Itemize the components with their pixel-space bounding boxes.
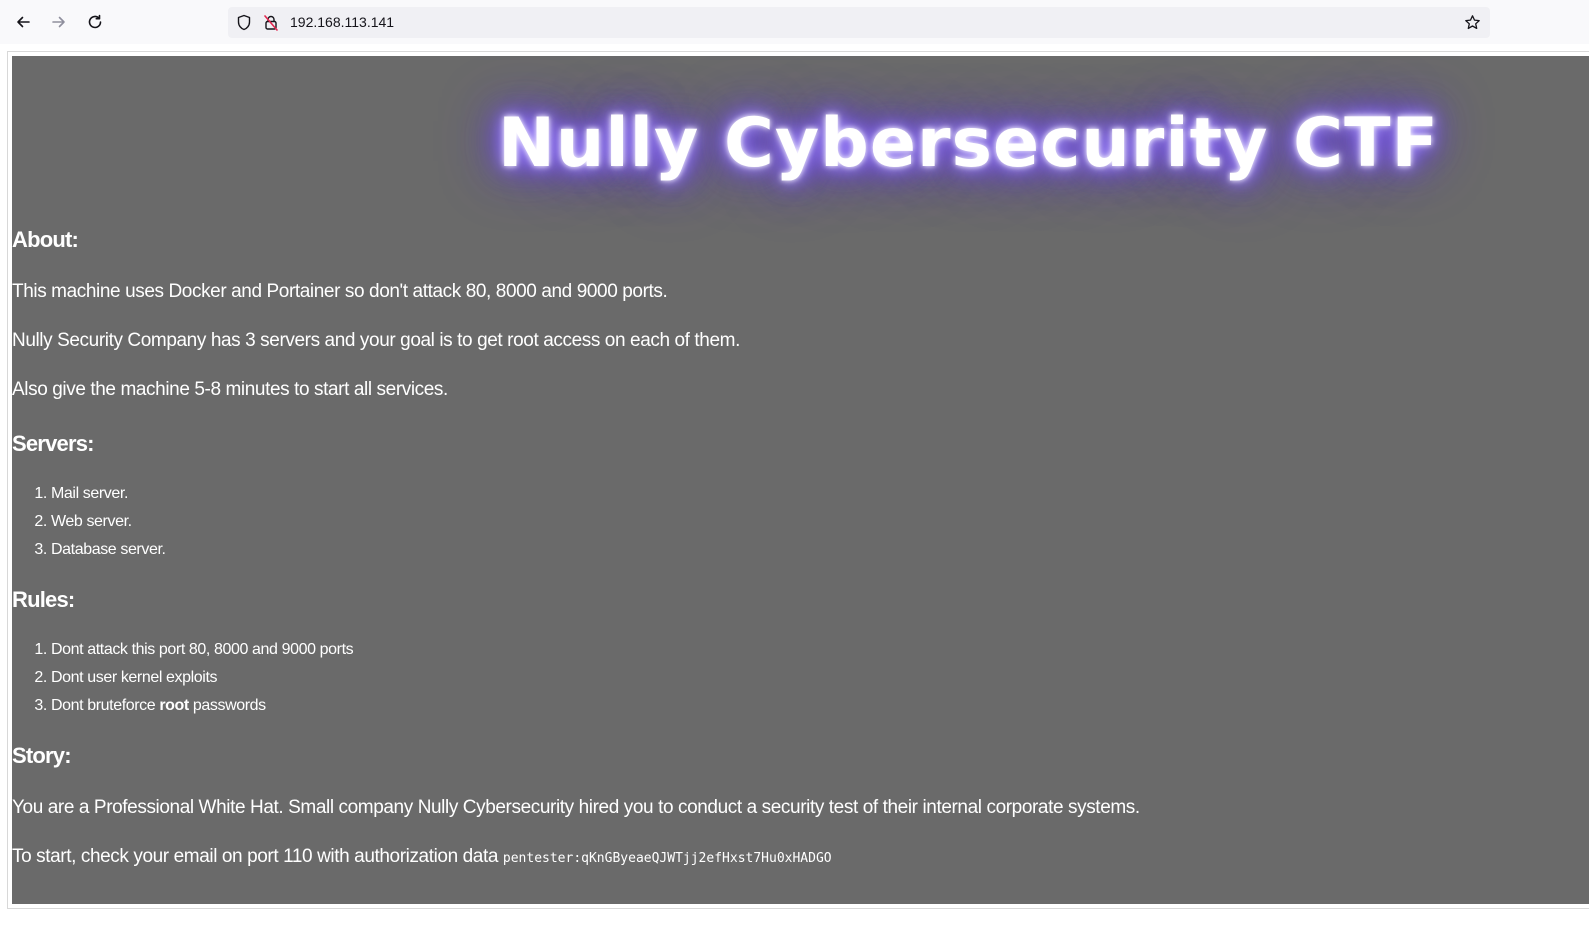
address-bar[interactable]: 192.168.113.141 — [228, 7, 1490, 38]
rules-list: Dont attack this port 80, 8000 and 9000 … — [12, 636, 1572, 720]
reload-button[interactable] — [82, 9, 108, 35]
start-paragraph: To start, check your email on port 110 w… — [12, 845, 1572, 871]
story-heading: Story: — [12, 743, 72, 768]
hero-title: Nully Cybersecurity CTF — [498, 104, 1439, 183]
credentials: pentester:qKnGByeaeQJWTjj2efHxst7Hu0xHAD… — [502, 851, 832, 866]
about-paragraph-1: This machine uses Docker and Portainer s… — [12, 281, 668, 302]
rule-3-bold: root — [159, 697, 189, 714]
ctf-page: Nully Cybersecurity CTF About: This mach… — [7, 51, 1589, 909]
forward-button[interactable] — [46, 9, 72, 35]
servers-list: Mail server. Web server. Database server… — [12, 480, 1572, 564]
url-text[interactable]: 192.168.113.141 — [290, 14, 394, 31]
reload-icon — [88, 14, 102, 29]
list-item: Web server. — [51, 508, 1572, 536]
rules-heading: Rules: — [12, 587, 75, 612]
star-icon[interactable] — [1464, 14, 1481, 31]
page-viewport: Nully Cybersecurity CTF About: This mach… — [0, 44, 1589, 939]
back-button[interactable] — [10, 9, 36, 35]
list-item: Dont attack this port 80, 8000 and 9000 … — [51, 636, 1572, 664]
about-paragraph-3: Also give the machine 5-8 minutes to sta… — [12, 379, 448, 400]
start-text: To start, check your email on port 110 w… — [12, 846, 503, 867]
shield-icon[interactable] — [235, 14, 252, 31]
arrow-right-icon — [52, 16, 65, 28]
story-paragraph: You are a Professional White Hat. Small … — [12, 797, 1140, 818]
lock-slash-icon[interactable] — [262, 14, 279, 31]
about-paragraph-2: Nully Security Company has 3 servers and… — [12, 330, 740, 351]
list-item: Database server. — [51, 536, 1572, 564]
page-content: About: This machine uses Docker and Port… — [12, 226, 1572, 871]
arrow-left-icon — [17, 16, 30, 28]
about-heading: About: — [12, 227, 79, 252]
servers-heading: Servers: — [12, 431, 94, 456]
list-item: Mail server. — [51, 480, 1572, 508]
list-item: Dont bruteforce root passwords — [51, 692, 1572, 720]
browser-toolbar: 192.168.113.141 — [0, 0, 1589, 45]
list-item: Dont user kernel exploits — [51, 664, 1572, 692]
rule-3-prefix: Dont bruteforce — [51, 697, 160, 714]
rule-3-suffix: passwords — [188, 697, 266, 714]
